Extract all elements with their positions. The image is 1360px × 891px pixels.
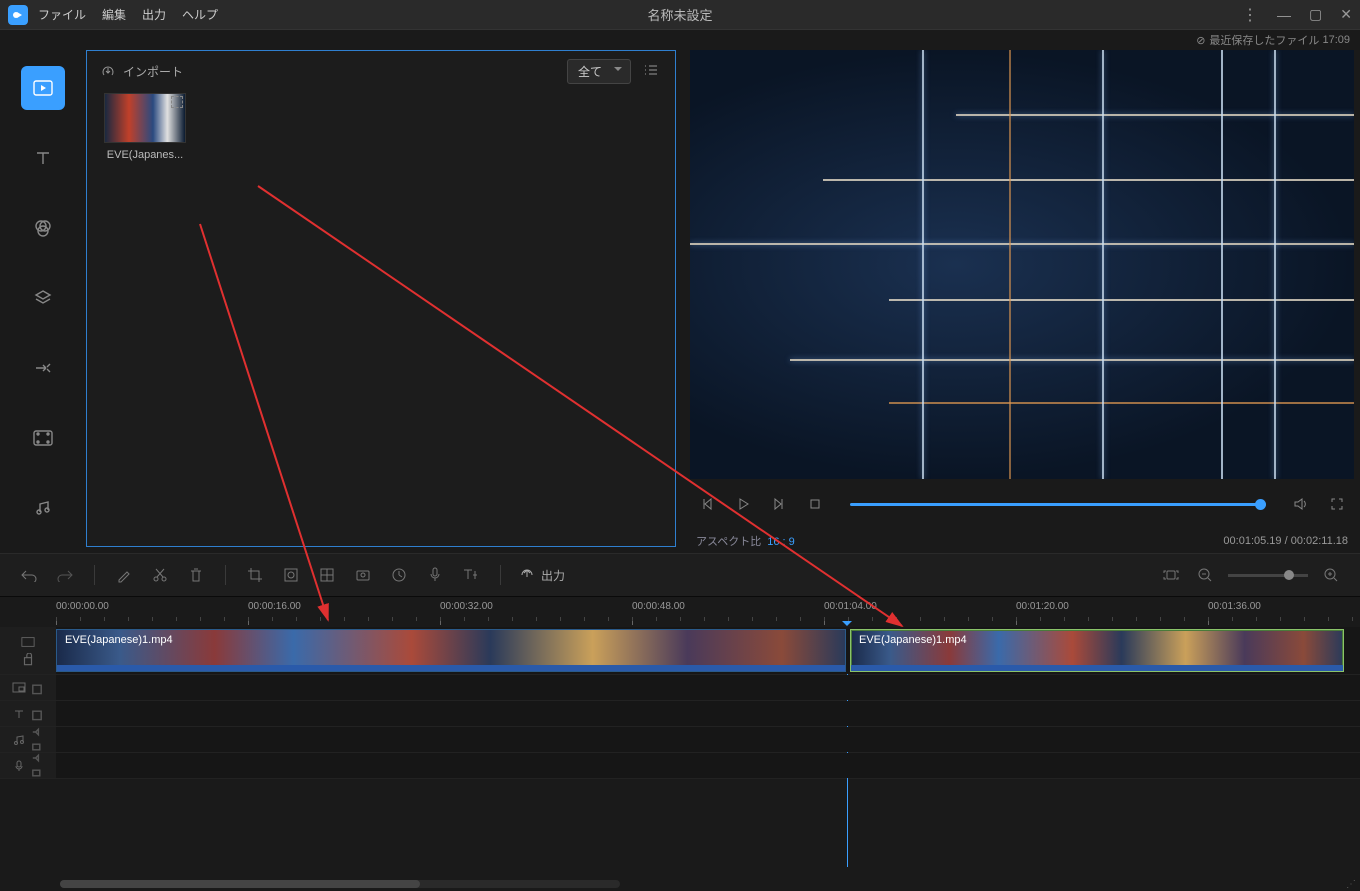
video-track: EVE(Japanese)1.mp4 EVE(Japanese)1.mp4 [0, 627, 1360, 675]
aspect-ratio-label: アスペクト比16 : 9 [696, 533, 795, 549]
volume-button[interactable] [1290, 493, 1312, 515]
menu-help[interactable]: ヘルプ [182, 6, 218, 23]
filter-dropdown[interactable]: 全て [567, 59, 631, 84]
track-header-video[interactable] [0, 627, 56, 674]
media-label: EVE(Japanes... [107, 149, 183, 161]
stop-button[interactable] [804, 493, 826, 515]
pip-track [0, 675, 1360, 701]
horizontal-scrollbar[interactable] [60, 880, 620, 888]
crop-button[interactable] [244, 564, 266, 586]
fullscreen-button[interactable] [1326, 493, 1348, 515]
menu-bar: ファイル 編集 出力 ヘルプ [38, 6, 218, 23]
sidebar-elements[interactable] [21, 416, 65, 460]
next-frame-button[interactable] [768, 493, 790, 515]
sidebar-transitions[interactable] [21, 346, 65, 390]
listview-toggle[interactable] [641, 63, 661, 80]
speed-button[interactable] [388, 564, 410, 586]
text-track [0, 701, 1360, 727]
ruler-tick: 00:00:00.00 [56, 601, 109, 612]
ruler-tick: 00:00:32.00 [440, 601, 493, 612]
cut-button[interactable] [149, 564, 171, 586]
ruler-tick: 00:00:48.00 [632, 601, 685, 612]
resize-grip[interactable]: ⋰ [1346, 879, 1356, 890]
edit-button[interactable] [113, 564, 135, 586]
mosaic-button[interactable] [280, 564, 302, 586]
zoom-out-button[interactable] [1194, 564, 1216, 586]
delete-button[interactable] [185, 564, 207, 586]
redo-button[interactable] [54, 564, 76, 586]
zoom-slider[interactable] [1228, 574, 1308, 577]
menu-file[interactable]: ファイル [38, 6, 86, 23]
snapshot-button[interactable] [352, 564, 374, 586]
import-button[interactable]: インポート [101, 63, 183, 80]
ruler-tick: 00:01:36.00 [1208, 601, 1261, 612]
timecode-display: 00:01:05.19 / 00:02:11.18 [1223, 535, 1348, 547]
timeline-clip-selected[interactable]: EVE(Japanese)1.mp4 [850, 629, 1344, 672]
voice-track [0, 753, 1360, 779]
check-icon: ⊘ [1196, 34, 1205, 47]
preview-canvas[interactable] [690, 50, 1354, 479]
app-logo [8, 5, 28, 25]
preview-controls [690, 479, 1354, 529]
preview-panel: アスペクト比16 : 9 00:01:05.19 / 00:02:11.18 [682, 50, 1360, 553]
track-header-text[interactable] [0, 701, 56, 726]
media-item[interactable]: EVE(Japanes... [101, 93, 189, 161]
audio-track [0, 727, 1360, 753]
timeline-toolbar: 出力 [0, 553, 1360, 597]
timeline-ruler[interactable]: 00:00:00.00 00:00:16.00 00:00:32.00 00:0… [0, 597, 1360, 627]
save-label: 最近保存したファイル [1209, 32, 1319, 48]
undo-button[interactable] [18, 564, 40, 586]
export-button[interactable]: 出力 [519, 567, 565, 584]
footer: ⋰ [0, 877, 1360, 891]
track-header-pip[interactable] [0, 675, 56, 700]
sidebar-audio[interactable] [21, 486, 65, 530]
menu-edit[interactable]: 編集 [102, 6, 126, 23]
prev-frame-button[interactable] [696, 493, 718, 515]
more-icon[interactable]: ⋮ [1242, 5, 1259, 25]
play-button[interactable] [732, 493, 754, 515]
timeline-clip[interactable]: EVE(Japanese)1.mp4 [56, 629, 846, 672]
media-panel: インポート 全て EVE(Japanes... [86, 50, 676, 547]
sidebar-overlays[interactable] [21, 276, 65, 320]
save-status: ⊘ 最近保存したファイル 17:09 [0, 30, 1360, 50]
sidebar-text[interactable] [21, 136, 65, 180]
minimize-button[interactable]: — [1277, 7, 1291, 23]
ruler-tick: 00:01:04.00 [824, 601, 877, 612]
media-thumbnail [104, 93, 186, 143]
ruler-tick: 00:00:16.00 [248, 601, 301, 612]
grid-button[interactable] [316, 564, 338, 586]
track-header-voice[interactable] [0, 753, 56, 778]
timeline-tracks: EVE(Japanese)1.mp4 EVE(Japanese)1.mp4 [0, 627, 1360, 779]
zoom-fit-button[interactable] [1160, 564, 1182, 586]
voice-button[interactable] [424, 564, 446, 586]
import-label: インポート [123, 63, 183, 80]
save-time: 17:09 [1322, 34, 1350, 46]
track-header-audio[interactable] [0, 727, 56, 752]
sidebar-media[interactable] [21, 66, 65, 110]
sidebar [0, 50, 86, 553]
preview-scrubber[interactable] [850, 503, 1266, 506]
tts-button[interactable] [460, 564, 482, 586]
close-button[interactable]: ✕ [1340, 6, 1352, 23]
window-title: 名称未設定 [647, 5, 712, 24]
sidebar-filters[interactable] [21, 206, 65, 250]
maximize-button[interactable]: ▢ [1309, 6, 1322, 23]
titlebar: ファイル 編集 出力 ヘルプ 名称未設定 ⋮ — ▢ ✕ [0, 0, 1360, 30]
menu-export[interactable]: 出力 [142, 6, 166, 23]
zoom-in-button[interactable] [1320, 564, 1342, 586]
ruler-tick: 00:01:20.00 [1016, 601, 1069, 612]
